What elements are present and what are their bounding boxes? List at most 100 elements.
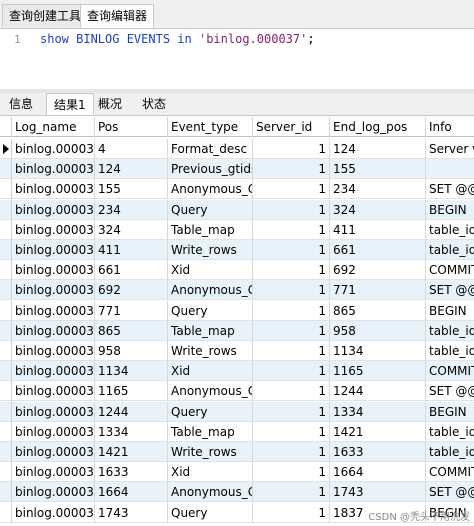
cell-pos[interactable]: 865 <box>95 320 168 341</box>
cell-event-type[interactable]: Query <box>168 401 253 422</box>
cell-end-log-pos[interactable]: 1743 <box>330 482 426 503</box>
cell-pos[interactable]: 234 <box>95 199 168 220</box>
cell-info[interactable]: SET @@ <box>426 179 474 199</box>
cell-event-type[interactable]: Table_map <box>168 320 253 341</box>
row-indicator[interactable] <box>0 361 12 382</box>
cell-end-log-pos[interactable]: 1664 <box>330 462 426 483</box>
cell-server-id[interactable]: 1 <box>253 199 330 220</box>
row-indicator[interactable] <box>0 159 12 180</box>
cell-pos[interactable]: 411 <box>95 240 168 260</box>
cell-event-type[interactable]: Table_map <box>168 219 253 240</box>
cell-server-id[interactable]: 1 <box>253 300 330 321</box>
cell-event-type[interactable]: Xid <box>168 260 253 281</box>
row-indicator[interactable] <box>0 280 12 301</box>
row-indicator[interactable] <box>0 240 12 260</box>
column-header-info[interactable]: Info <box>426 117 474 137</box>
cell-log-name[interactable]: binlog.000037 <box>12 159 95 180</box>
table-row[interactable]: binlog.000037958Write_rows11134table_id: <box>0 341 474 361</box>
cell-end-log-pos[interactable]: 234 <box>330 179 426 200</box>
table-row[interactable]: binlog.0000371334Table_map11421table_id: <box>0 421 474 442</box>
row-indicator[interactable] <box>0 462 12 483</box>
row-indicator[interactable] <box>0 421 12 442</box>
cell-pos[interactable]: 124 <box>95 159 168 180</box>
cell-info[interactable]: SET @@ <box>426 280 474 300</box>
cell-log-name[interactable]: binlog.000037 <box>12 341 95 361</box>
cell-pos[interactable]: 1633 <box>95 462 168 483</box>
cell-server-id[interactable]: 1 <box>253 421 330 442</box>
cell-log-name[interactable]: binlog.000037 <box>12 502 95 523</box>
row-indicator[interactable] <box>0 482 12 503</box>
table-row[interactable]: binlog.000037324Table_map1411table_id: <box>0 219 474 240</box>
column-header-pos[interactable]: Pos <box>95 117 168 137</box>
row-indicator[interactable] <box>0 260 12 281</box>
table-row[interactable]: binlog.000037 1244 Query 1 1334 BEGIN <box>0 401 474 422</box>
cell-info[interactable]: table_id: <box>426 321 474 341</box>
cell-log-name[interactable]: binlog.000037 <box>12 260 95 281</box>
cell-event-type[interactable]: Previous_gtids <box>168 159 253 180</box>
row-indicator[interactable] <box>0 442 12 462</box>
cell-pos[interactable]: 1664 <box>95 482 168 503</box>
result-grid[interactable]: Log_name Pos Event_type Server_id End_lo… <box>0 117 474 526</box>
cell-log-name[interactable]: binlog.000037 <box>12 482 95 503</box>
cell-event-type[interactable]: Write_rows <box>168 442 253 462</box>
cell-pos[interactable]: 692 <box>95 280 168 301</box>
cell-event-type[interactable]: Anonymous_Gti <box>168 482 253 503</box>
cell-pos[interactable]: 155 <box>95 179 168 200</box>
cell-end-log-pos[interactable]: 771 <box>330 280 426 301</box>
cell-pos[interactable]: 1244 <box>95 401 168 422</box>
tab-query-builder[interactable]: 查询创建工具 <box>2 4 89 27</box>
cell-log-name[interactable]: binlog.000037 <box>12 462 95 483</box>
table-row[interactable]: binlog.0000371664Anonymous_Gti11743SET @… <box>0 482 474 503</box>
cell-info[interactable]: BEGIN <box>426 402 474 422</box>
cell-info[interactable]: COMMIT <box>426 462 474 482</box>
cell-log-name[interactable]: binlog.000037 <box>12 240 95 260</box>
cell-end-log-pos[interactable]: 1134 <box>330 341 426 361</box>
cell-end-log-pos[interactable]: 124 <box>330 139 426 159</box>
row-indicator[interactable] <box>0 401 12 422</box>
cell-log-name[interactable]: binlog.000037 <box>12 280 95 301</box>
cell-log-name[interactable]: binlog.000037 <box>12 300 95 321</box>
column-header-event-type[interactable]: Event_type <box>168 117 253 137</box>
cell-server-id[interactable]: 1 <box>253 179 330 200</box>
cell-event-type[interactable]: Xid <box>168 361 253 382</box>
cell-info[interactable]: table_id: <box>426 422 474 442</box>
table-row[interactable]: binlog.000037692Anonymous_Gti1771SET @@ <box>0 280 474 301</box>
cell-log-name[interactable]: binlog.000037 <box>12 320 95 341</box>
table-row[interactable]: binlog.000037411Write_rows1661table_id: <box>0 240 474 260</box>
tab-result-1[interactable]: 结果1 <box>46 93 94 115</box>
row-indicator[interactable] <box>0 139 12 159</box>
row-indicator[interactable] <box>0 502 12 523</box>
cell-info[interactable] <box>426 159 474 179</box>
sql-code-line[interactable]: show BINLOG EVENTS in 'binlog.000037'; <box>40 32 315 46</box>
cell-end-log-pos[interactable]: 661 <box>330 240 426 260</box>
cell-log-name[interactable]: binlog.000037 <box>12 421 95 442</box>
cell-info[interactable]: table_id: <box>426 220 474 240</box>
column-header-log-name[interactable]: Log_name <box>12 117 95 137</box>
cell-log-name[interactable]: binlog.000037 <box>12 361 95 382</box>
table-row[interactable]: binlog.0000374Format_desc1124Server ve <box>0 139 474 159</box>
cell-server-id[interactable]: 1 <box>253 280 330 301</box>
table-row[interactable]: binlog.000037 1633 Xid 1 1664 COMMIT <box>0 462 474 483</box>
column-header-server-id[interactable]: Server_id <box>253 117 330 137</box>
row-indicator[interactable] <box>0 199 12 220</box>
table-row[interactable]: binlog.000037 661 Xid 1 692 COMMIT <box>0 260 474 281</box>
cell-end-log-pos[interactable]: 958 <box>330 320 426 341</box>
table-row[interactable]: binlog.000037 1134 Xid 1 1165 COMMIT <box>0 361 474 382</box>
cell-end-log-pos[interactable]: 155 <box>330 159 426 180</box>
cell-log-name[interactable]: binlog.000037 <box>12 139 95 159</box>
cell-log-name[interactable]: binlog.000037 <box>12 199 95 220</box>
row-indicator[interactable] <box>0 179 12 200</box>
cell-pos[interactable]: 4 <box>95 139 168 159</box>
cell-server-id[interactable]: 1 <box>253 502 330 523</box>
cell-server-id[interactable]: 1 <box>253 482 330 503</box>
cell-server-id[interactable]: 1 <box>253 219 330 240</box>
cell-info[interactable]: COMMIT <box>426 361 474 381</box>
cell-log-name[interactable]: binlog.000037 <box>12 219 95 240</box>
cell-info[interactable]: Server ve <box>426 139 474 159</box>
cell-event-type[interactable]: Anonymous_Gti <box>168 280 253 301</box>
row-indicator[interactable] <box>0 300 12 321</box>
table-row[interactable]: binlog.0000371165Anonymous_Gti11244SET @… <box>0 381 474 402</box>
cell-server-id[interactable]: 1 <box>253 341 330 361</box>
sql-editor[interactable]: 1 show BINLOG EVENTS in 'binlog.000037'; <box>0 29 474 89</box>
cell-event-type[interactable]: Xid <box>168 462 253 483</box>
